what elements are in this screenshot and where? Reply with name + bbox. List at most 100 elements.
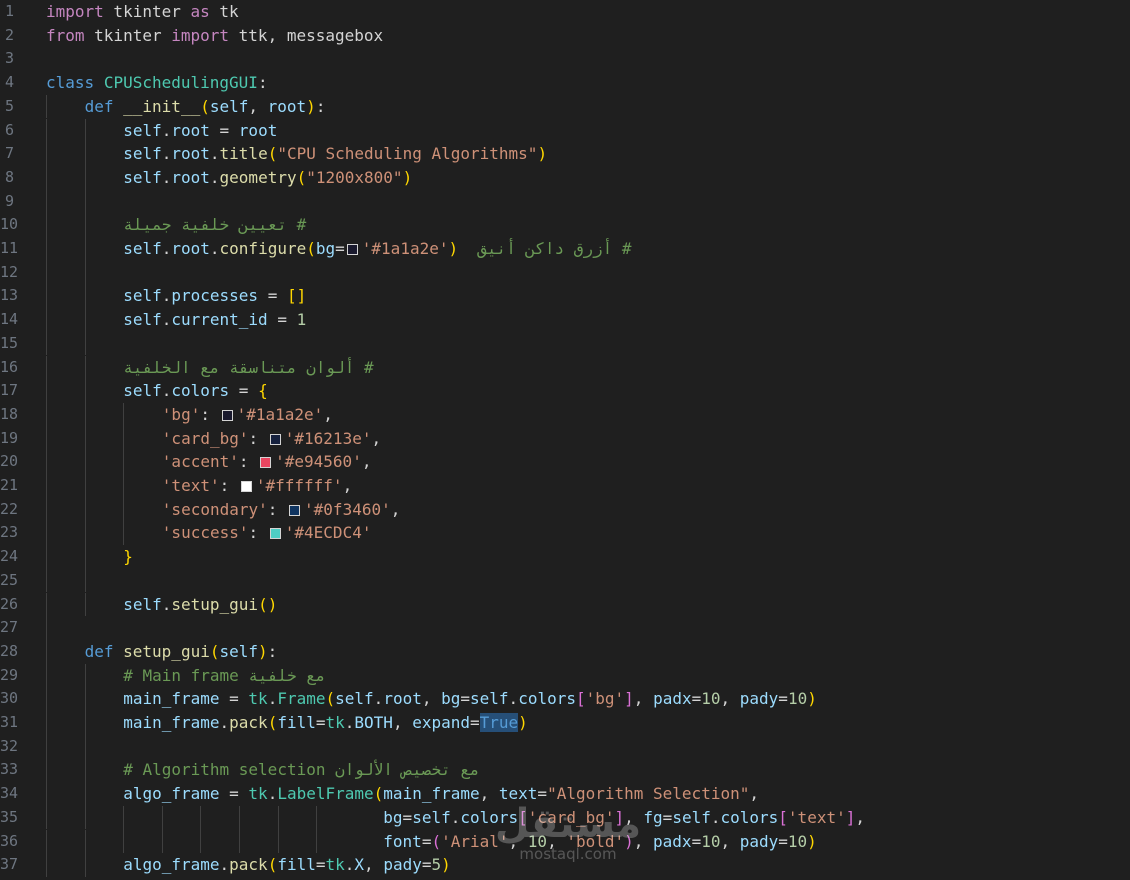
string-token: '#0f3460' (304, 499, 391, 519)
indent-guide (46, 853, 47, 877)
indent-guide (46, 474, 47, 498)
code-line[interactable]: 32 (0, 734, 1130, 759)
indent-guide (161, 829, 163, 854)
bracket-token: } (123, 547, 133, 567)
indent-guide (316, 805, 318, 830)
string-token: 'Arial' (441, 831, 509, 851)
indent-guide (238, 829, 240, 854)
code-line[interactable]: 20 'accent': '#e94560', (0, 450, 1130, 474)
code-line[interactable]: 30 main_frame = tk.Frame(self.root, bg=se… (0, 687, 1130, 711)
punctuation-token: , (855, 807, 865, 827)
indent-guide (46, 379, 47, 403)
line-number: 16 (0, 357, 19, 376)
code-line[interactable]: 3 (0, 47, 1130, 71)
code-line[interactable]: 5 def __init__(self, root): (0, 94, 1130, 119)
identifier-token: self (123, 120, 162, 140)
code-line[interactable]: 28 def setup_gui(self): (0, 639, 1130, 664)
number-token: 10 (787, 831, 808, 851)
code-line[interactable]: 4 class CPUSchedulingGUI: (0, 71, 1130, 95)
code-line[interactable]: 6 self.root = root (0, 118, 1130, 143)
color-swatch[interactable] (221, 409, 233, 421)
line-number: 31 (0, 713, 19, 731)
line-number: 3 (4, 49, 14, 68)
string-token: "Algorithm Selection" (547, 784, 750, 804)
code-text: 'bg': '#1a1a2e', (162, 403, 333, 427)
indent-guide (46, 118, 47, 143)
line-number: 28 (0, 641, 19, 660)
class-token: CPUSchedulingGUI (103, 73, 258, 93)
code-line[interactable]: 22 'secondary': '#0f3460', (0, 497, 1130, 522)
code-line[interactable]: 23 'success': '#4ECDC4' (0, 521, 1130, 546)
code-line[interactable]: 2 from tkinter import ttk, messagebox (0, 24, 1130, 48)
line-number: 32 (0, 736, 19, 755)
code-line[interactable]: 14 self.current_id = 1 (0, 308, 1130, 332)
code-line[interactable]: 25 (0, 568, 1130, 593)
code-text: self.current_id = 1 (123, 308, 306, 332)
code-line[interactable]: 9 (0, 189, 1130, 214)
code-line[interactable]: 21 'text': '#ffffff', (0, 474, 1130, 498)
code-editor[interactable]: 1 import tkinter as tk 2 from tkinter impor… (0, 0, 1130, 880)
identifier-token: self (123, 381, 162, 401)
punctuation-token: : (315, 96, 326, 116)
code-line[interactable]: 33 # Algorithm selection مع تخصيص الألوان (0, 758, 1130, 783)
line-number: 12 (0, 262, 19, 281)
bracket-token: ) (306, 96, 316, 116)
code-line[interactable]: 36 font=('Arial', 10, 'bold'), padx=10, … (0, 829, 1130, 854)
punctuation-token: ttk, messagebox (229, 25, 384, 45)
code-line[interactable]: 17 self.colors = { (0, 379, 1130, 403)
code-line[interactable]: 29 # Main frame مع خلفية (0, 663, 1130, 688)
punctuation-token: , (371, 428, 382, 448)
indent-guide (46, 94, 47, 119)
identifier-token: root (171, 144, 210, 164)
identifier-token: self (219, 641, 259, 661)
function-token: __init__ (123, 96, 201, 116)
indent-guide (123, 450, 125, 474)
color-swatch[interactable] (269, 528, 281, 540)
line-number: 4 (4, 73, 14, 92)
code-line[interactable]: 13 self.processes = [] (0, 284, 1130, 309)
punctuation-token: = (315, 713, 326, 732)
code-line[interactable]: 34 algo_frame = tk.LabelFrame(main_frame,… (0, 782, 1130, 806)
identifier-token: self (123, 286, 162, 306)
color-swatch[interactable] (260, 457, 272, 469)
color-swatch[interactable] (269, 433, 281, 445)
bracket-token: [ (518, 807, 528, 827)
indent-guide (46, 260, 47, 285)
code-line[interactable]: 7 self.root.title("CPU Scheduling Algorit… (0, 142, 1130, 166)
code-line[interactable]: 37 algo_frame.pack(fill=tk.X, pady=5) (0, 853, 1130, 877)
identifier-token: root (171, 239, 210, 258)
color-swatch[interactable] (346, 244, 358, 255)
code-line[interactable]: 12 (0, 260, 1130, 285)
code-line[interactable]: 16 # ألوان متناسقة مع الخلفية (0, 355, 1130, 380)
code-text: # ألوان متناسقة مع الخلفية (123, 356, 373, 380)
identifier-token: bg (441, 689, 461, 709)
color-swatch[interactable] (240, 481, 252, 492)
indent-guide (84, 189, 86, 214)
line-number: 11 (0, 239, 19, 257)
code-line[interactable]: 24} (0, 545, 1130, 569)
line-number: 26 (0, 594, 19, 613)
indent-guide (46, 663, 47, 688)
code-line[interactable]: 35 bg=self.colors['card_bg'], fg=self.co… (0, 805, 1130, 830)
code-line[interactable]: 27 (0, 616, 1130, 640)
code-line[interactable]: 8 self.root.geometry("1200x800") (0, 165, 1130, 190)
code-line[interactable]: 26 self.setup_gui() (0, 592, 1130, 617)
code-text: # Main frame مع خلفية (123, 664, 325, 688)
code-line[interactable]: 15 (0, 331, 1130, 356)
code-line[interactable]: 10 # تعيين خلفية جميلة (0, 213, 1130, 237)
punctuation-token: . (267, 689, 278, 709)
code-text: main_frame = tk.Frame(self.root, bg=self… (123, 687, 817, 711)
color-swatch[interactable] (289, 504, 301, 516)
code-text: main_frame.pack(fill=tk.BOTH, expand=Tru… (123, 711, 528, 735)
code-line[interactable]: 19 'card_bg': '#16213e', (0, 426, 1130, 451)
bracket-token: ( (200, 96, 210, 116)
punctuation-token: , (720, 689, 740, 709)
code-line[interactable]: 18 'bg': '#1a1a2e', (0, 402, 1130, 427)
code-line[interactable]: 1 import tkinter as tk (0, 0, 1130, 24)
punctuation-token: . (209, 239, 220, 258)
punctuation-token: = (229, 381, 259, 401)
function-token: setup_gui (171, 594, 259, 614)
string-token: 'accent' (161, 452, 239, 472)
code-line[interactable]: 31 main_frame.pack(fill=tk.BOTH, expand=T… (0, 711, 1130, 735)
code-line[interactable]: 11 self.root.configure(bg= '#1a1a2e') # أز… (0, 237, 1130, 261)
